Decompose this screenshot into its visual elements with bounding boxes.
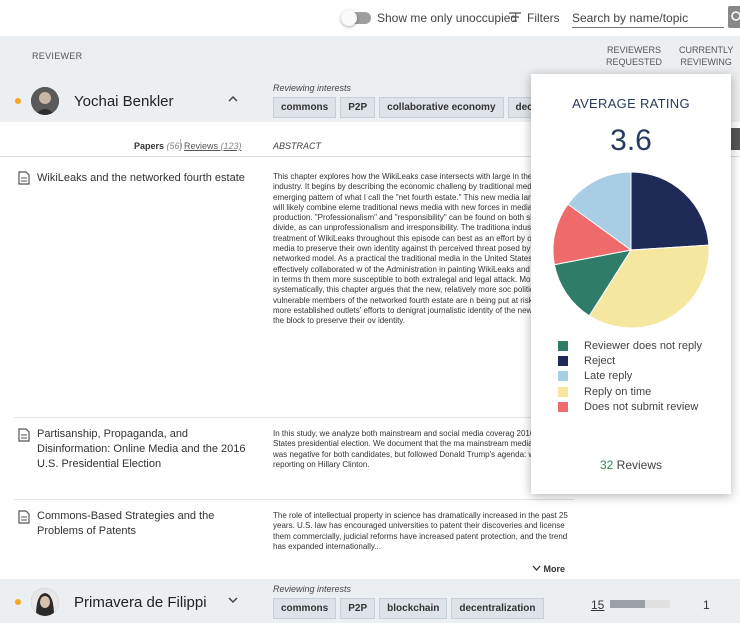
document-icon	[18, 510, 30, 524]
interest-tag[interactable]: decentralization	[451, 598, 544, 619]
abstract-column-label: ABSTRACT	[273, 141, 322, 151]
reviewer-name[interactable]: Primavera de Filippi	[74, 594, 207, 611]
interests-label: Reviewing interests	[273, 584, 352, 594]
column-header-requested-line1: REVIEWERS	[607, 45, 662, 55]
more-link-label: More	[543, 564, 566, 574]
paper-abstract: The role of intellectual property in sci…	[273, 511, 568, 551]
review-progress-fill	[610, 600, 645, 608]
legend-label: Reject	[584, 354, 616, 367]
legend-label: Late reply	[584, 370, 633, 383]
pie-slice-reject[interactable]	[630, 171, 710, 251]
rating-pie-chart	[552, 171, 710, 329]
paper-divider	[14, 417, 574, 418]
avatar	[31, 87, 59, 115]
legend-swatch	[558, 340, 568, 351]
interest-tag[interactable]: P2P	[340, 97, 376, 118]
status-dot	[15, 98, 21, 104]
avatar	[31, 588, 59, 616]
more-link[interactable]: More	[532, 564, 565, 574]
legend-swatch	[558, 371, 568, 382]
chevron-down-icon[interactable]	[226, 593, 240, 607]
interest-tag[interactable]: P2P	[340, 598, 376, 619]
tab-separator	[180, 139, 181, 151]
tab-papers[interactable]: Papers (56)	[134, 141, 183, 151]
tab-reviews-label: Reviews	[184, 141, 219, 151]
paper-abstract: In this study, we analyze both mainstrea…	[273, 429, 568, 469]
paper-abstract: This chapter explores how the WikiLeaks …	[273, 172, 567, 326]
paper-title[interactable]: Commons-Based Strategies and the Problem…	[37, 509, 257, 539]
reviewer-name[interactable]: Yochai Benkler	[74, 93, 174, 110]
legend-swatch	[558, 386, 568, 397]
reviews-count: 32	[599, 458, 614, 472]
interest-tag[interactable]: blockchain	[379, 598, 448, 619]
tab-papers-label: Papers	[134, 141, 165, 151]
average-rating-popup: AVERAGE RATING 3.6 Reviewer does not rep…	[531, 74, 731, 494]
side-panel-tab[interactable]	[731, 128, 740, 150]
reviews-total: 32 Reviews	[531, 458, 731, 472]
column-header-requested-line2: REQUESTED	[606, 57, 663, 67]
column-header-requested[interactable]: REVIEWERS REQUESTED	[606, 44, 662, 68]
column-header-currently-line1: CURRENTLY	[679, 45, 734, 55]
paper-divider	[14, 499, 574, 500]
pie-legend: Reviewer does not reply Reject Late reply R…	[558, 338, 702, 414]
interest-tags: commons P2P collaborative economy decent…	[273, 97, 571, 118]
chevron-down-icon	[532, 565, 541, 571]
avatar-image	[31, 588, 59, 616]
column-header-reviewer[interactable]: REVIEWER	[32, 51, 82, 61]
interest-tags: commons P2P blockchain decentralization	[273, 598, 544, 619]
top-toolbar: Show me only unoccupied Filters	[0, 0, 740, 36]
interest-tag[interactable]: commons	[273, 598, 337, 619]
search-button[interactable]	[728, 6, 740, 28]
interests-label: Reviewing interests	[273, 83, 352, 93]
legend-label: Does not submit review	[584, 400, 699, 413]
column-header-currently[interactable]: CURRENTLY REVIEWING	[679, 44, 733, 68]
legend-item[interactable]: Reply on time	[558, 384, 702, 399]
document-icon	[18, 428, 30, 442]
legend-swatch	[558, 355, 568, 366]
paper-title[interactable]: WikiLeaks and the networked fourth estat…	[37, 171, 257, 186]
search-icon	[731, 11, 740, 21]
unoccupied-label[interactable]: Show me only unoccupied	[377, 11, 517, 25]
filters-button[interactable]: Filters	[527, 11, 560, 25]
legend-item[interactable]: Does not submit review	[558, 399, 702, 414]
interest-tag[interactable]: commons	[273, 97, 337, 118]
avatar-image	[31, 87, 59, 115]
tab-reviews[interactable]: Reviews (123)	[184, 141, 242, 151]
legend-item[interactable]: Reviewer does not reply	[558, 338, 702, 353]
currently-reviewing-count: 1	[703, 598, 710, 612]
legend-label: Reply on time	[584, 385, 652, 398]
reviews-label: Reviews	[616, 458, 663, 472]
interest-tag[interactable]: collaborative economy	[379, 97, 504, 118]
reviewers-requested-count[interactable]: 15	[591, 598, 604, 612]
column-header-currently-line2: REVIEWING	[680, 57, 732, 67]
legend-swatch	[558, 401, 568, 412]
document-icon	[18, 171, 30, 185]
search-input[interactable]	[572, 8, 724, 28]
toggle-knob[interactable]	[341, 10, 357, 26]
unoccupied-toggle[interactable]	[341, 10, 371, 26]
filter-icon[interactable]	[508, 11, 522, 23]
legend-item[interactable]: Reject	[558, 353, 702, 368]
table-header: REVIEWER REVIEWERS REQUESTED CURRENTLY R…	[0, 36, 740, 78]
popup-title: AVERAGE RATING	[572, 96, 690, 111]
tab-reviews-count: (123)	[220, 141, 242, 151]
status-dot	[15, 599, 21, 605]
legend-item[interactable]: Late reply	[558, 369, 702, 384]
review-progress-bar	[610, 600, 670, 608]
paper-title[interactable]: Partisanship, Propaganda, and Disinforma…	[37, 427, 257, 472]
chevron-up-icon[interactable]	[226, 92, 240, 106]
average-rating-value: 3.6	[610, 124, 652, 157]
legend-label: Reviewer does not reply	[584, 339, 703, 352]
